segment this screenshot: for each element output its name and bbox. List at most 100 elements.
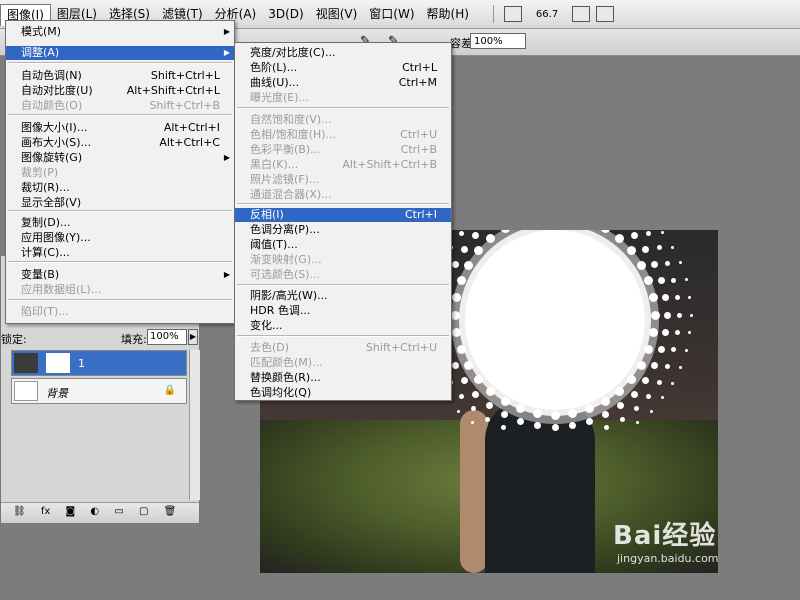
adjust-menu-item-label: 亮度/对比度(C)...	[250, 46, 336, 59]
mask-icon[interactable]: ◙	[66, 506, 76, 517]
layer-row-background[interactable]: 背景 🔒	[11, 378, 187, 404]
adjust-menu-item[interactable]: HDR 色调...	[235, 304, 451, 318]
image-menu-item[interactable]: 图像旋转(G) ▶	[6, 151, 234, 165]
menu-help[interactable]: 帮助(H)	[421, 4, 475, 24]
adjust-menu-item-label: 色相/饱和度(H)...	[250, 128, 337, 141]
folder-icon[interactable]: ▭	[114, 506, 123, 517]
image-menu-item[interactable]: 复制(D)...	[6, 216, 234, 230]
adjust-menu-item: 自然饱和度(V)...	[235, 113, 451, 127]
view-extras-icon[interactable]	[596, 6, 615, 22]
halftone-dot	[614, 233, 624, 243]
adjust-menu-item[interactable]: 替换颜色(R)...	[235, 371, 451, 385]
tolerance-input[interactable]: 100%	[470, 33, 526, 49]
layer-row-1[interactable]: 1	[11, 350, 187, 376]
halftone-dot	[679, 365, 683, 369]
adjust-menu-item[interactable]: 亮度/对比度(C)...	[235, 46, 451, 60]
fx-icon[interactable]: fx	[41, 506, 50, 517]
watermark-url: jingyan.baidu.com	[617, 552, 719, 565]
image-menu-item-label: 显示全部(V)	[21, 196, 82, 209]
photo-arm	[460, 410, 488, 573]
halftone-dot	[456, 276, 466, 286]
link-icon[interactable]: ⛓	[13, 506, 26, 517]
image-menu-item[interactable]: 模式(M) ▶	[6, 25, 234, 39]
image-menu-item[interactable]: 调整(A) ▶	[6, 46, 234, 60]
submenu-arrow-icon: ▶	[223, 270, 230, 279]
image-menu-item-label: 自动颜色(O)	[21, 99, 83, 112]
layer-mask-thumbnail[interactable]	[46, 353, 70, 373]
image-menu-item-label: 图像大小(I)...	[21, 121, 88, 134]
adjust-menu-item[interactable]: 色调分离(P)...	[235, 223, 451, 237]
adjust-menu-item[interactable]: 色调均化(Q)	[235, 386, 451, 400]
image-menu-item[interactable]: 裁切(R)...	[6, 181, 234, 195]
layer-thumbnail	[14, 353, 38, 373]
image-menu-item-label: 裁切(R)...	[21, 181, 70, 194]
image-menu-item[interactable]: 自动色调(N) Shift+Ctrl+L	[6, 69, 234, 83]
adjust-menu-item: 色彩平衡(B)... Ctrl+B	[235, 143, 451, 157]
image-menu-item[interactable]: 应用图像(Y)...	[6, 231, 234, 245]
screen-mode-icon[interactable]	[503, 6, 522, 22]
image-menu-item[interactable]: 自动对比度(U) Alt+Shift+Ctrl+L	[6, 84, 234, 98]
image-menu-item[interactable]: 变量(B) ▶	[6, 268, 234, 282]
layers-scrollbar[interactable]	[189, 350, 200, 500]
menu-toolbar: 66.7	[489, 5, 615, 23]
halftone-dot	[619, 416, 625, 422]
adjust-menu-item[interactable]: 反相(I) Ctrl+I	[235, 208, 451, 222]
adjust-menu-item[interactable]: 阴影/高光(W)...	[235, 289, 451, 303]
image-menu-item: 裁剪(P)	[6, 166, 234, 180]
halftone-dot	[485, 402, 493, 410]
adjustment-icon[interactable]: ◐	[90, 506, 99, 517]
halftone-dot	[473, 374, 483, 384]
adjust-menu-item-label: 色彩平衡(B)...	[250, 143, 321, 156]
image-menu-item-label: 应用数据组(L)...	[21, 283, 102, 296]
halftone-dot	[689, 313, 693, 317]
halftone-dot	[649, 409, 653, 413]
halftone-dot	[646, 393, 652, 399]
adjust-menu-item-label: 变化...	[250, 319, 283, 332]
adjust-menu-item-label: 黑白(K)...	[250, 158, 299, 171]
halftone-dot	[451, 260, 459, 268]
image-menu-item[interactable]: 画布大小(S)... Alt+Ctrl+C	[6, 136, 234, 150]
adjust-menu-item: 色相/饱和度(H)... Ctrl+U	[235, 128, 451, 142]
adjust-menu-item: 黑白(K)... Alt+Shift+Ctrl+B	[235, 158, 451, 172]
image-menu-item[interactable]: 显示全部(V)	[6, 196, 234, 210]
fill-input[interactable]: 100%	[147, 329, 187, 345]
layer-thumbnail	[14, 381, 38, 401]
adjust-menu-item-label: 照片滤镜(F)...	[250, 173, 320, 186]
image-menu-item-label: 自动色调(N)	[21, 69, 82, 82]
halftone-dot	[500, 411, 508, 419]
halftone-dot	[551, 423, 559, 431]
menu-separator	[8, 261, 232, 263]
image-menu-item-shortcut: Alt+Ctrl+C	[159, 136, 220, 149]
halftone-dot	[684, 348, 688, 352]
new-layer-icon[interactable]: ▢	[139, 506, 148, 517]
adjust-submenu: 亮度/对比度(C)... 色阶(L)... Ctrl+L 曲线(U)... Ctrl+M…	[234, 42, 452, 401]
fill-dropdown-icon[interactable]: ▶	[188, 329, 198, 345]
image-menu-item[interactable]: 图像大小(I)... Alt+Ctrl+I	[6, 121, 234, 135]
adjust-menu-item[interactable]: 曲线(U)... Ctrl+M	[235, 76, 451, 90]
adjust-menu-item-label: 匹配颜色(M)...	[250, 356, 323, 369]
menu-window[interactable]: 窗口(W)	[363, 4, 420, 24]
trash-icon[interactable]: 🗑	[164, 506, 177, 517]
adjust-menu-item-label: 通道混合器(X)...	[250, 188, 332, 201]
menu-view[interactable]: 视图(V)	[310, 4, 364, 24]
adjust-menu-item[interactable]: 变化...	[235, 319, 451, 333]
halftone-dot	[452, 327, 462, 337]
halftone-dot	[627, 374, 637, 384]
adjust-menu-item-label: 渐变映射(G)...	[250, 253, 322, 266]
zoom-level[interactable]: 66.7	[536, 9, 558, 20]
adjust-menu-item[interactable]: 色阶(L)... Ctrl+L	[235, 61, 451, 75]
adjust-menu-item-label: 阴影/高光(W)...	[250, 289, 328, 302]
menu-separator	[237, 203, 449, 205]
menu-separator	[237, 107, 449, 109]
halftone-dot	[656, 379, 662, 385]
image-menu-item-label: 裁剪(P)	[21, 166, 59, 179]
menu-separator	[8, 299, 232, 301]
image-menu-item-label: 自动对比度(U)	[21, 84, 93, 97]
image-menu-item[interactable]: 计算(C)...	[6, 246, 234, 260]
arrange-documents-icon[interactable]	[572, 6, 591, 22]
menu-separator	[8, 114, 232, 116]
image-menu-item-label: 图像旋转(G)	[21, 151, 83, 164]
image-menu-item-label: 陷印(T)...	[21, 305, 69, 318]
adjust-menu-item[interactable]: 阈值(T)...	[235, 238, 451, 252]
menu-3d[interactable]: 3D(D)	[262, 4, 309, 24]
